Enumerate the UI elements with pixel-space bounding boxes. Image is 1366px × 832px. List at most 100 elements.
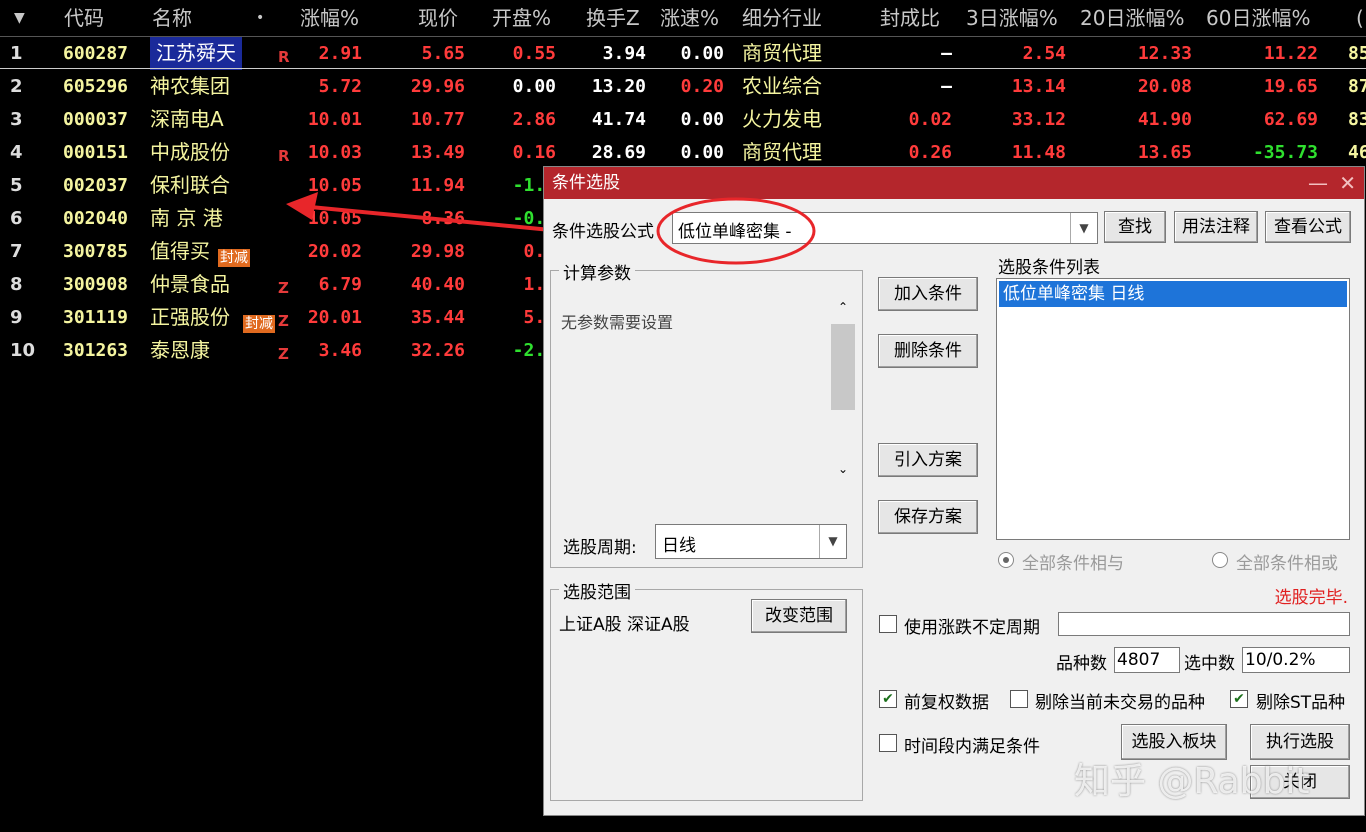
cell-name: 保利联合 (150, 173, 230, 197)
cell-price: 11.94 (410, 175, 465, 196)
condition-item[interactable]: 低位单峰密集 日线 (999, 281, 1347, 307)
cell-open: 0.16 (512, 142, 556, 163)
forward-adjust-label: 前复权数据 (904, 693, 989, 713)
cell-turnover: 41.74 (591, 109, 646, 130)
cell-industry: 农业综合 (742, 74, 822, 98)
find-button[interactable]: 查找 (1104, 211, 1166, 243)
seal-reduce-badge: 封减 (218, 249, 250, 267)
cell-speed: 0.00 (680, 109, 724, 130)
period-select[interactable]: 日线 ▼ (655, 524, 847, 559)
exclude-st-checkbox[interactable]: ✔ (1230, 690, 1248, 708)
cell-turnover: 28.69 (591, 142, 646, 163)
col-turnover[interactable]: 换手Z (586, 0, 640, 36)
sort-icon[interactable]: ▼ (14, 0, 25, 36)
scroll-down-icon[interactable]: ⌄ (838, 462, 848, 476)
change-scope-button[interactable]: 改变范围 (751, 599, 847, 633)
cell-price: 32.26 (410, 340, 465, 361)
col-seal[interactable]: 封成比 (880, 0, 940, 36)
cell-price: 5.65 (421, 43, 465, 64)
cell-industry: 商贸代理 (742, 140, 822, 164)
cell-change: 10.03 (307, 142, 362, 163)
all-and-radio[interactable] (998, 552, 1014, 568)
cell-idx: 9 (10, 307, 23, 328)
cell-d3: 2.54 (1022, 43, 1066, 64)
scroll-thumb[interactable] (831, 324, 855, 410)
minimize-icon[interactable]: — (1308, 167, 1328, 199)
delete-condition-button[interactable]: 删除条件 (878, 334, 978, 368)
cell-idx: 7 (10, 241, 23, 262)
table-row[interactable]: 1 600287 江苏舜天 2.91 5.65 0.55 3.94 0.00 商贸代理 – 2.54… (0, 37, 1366, 70)
table-row[interactable]: 4 000151 中成股份 10.03 13.49 0.16 28.69 0.00 商贸代理 0.… (0, 136, 1366, 169)
save-plan-button[interactable]: 保存方案 (878, 500, 978, 534)
cell-d20: 13.65 (1137, 142, 1192, 163)
cell-turnover: 13.20 (591, 76, 646, 97)
exclude-untraded-checkbox[interactable] (1010, 690, 1028, 708)
cell-code: 002040 (63, 208, 129, 229)
params-scrollbar[interactable]: ⌃ ⌄ (831, 296, 855, 486)
cell-speed: 0.00 (680, 142, 724, 163)
cell-code: 600287 (63, 43, 129, 64)
cell-code: 300908 (63, 274, 129, 295)
cell-turnover: 3.94 (602, 43, 646, 64)
cell-price: 35.44 (410, 307, 465, 328)
variable-period-label: 使用涨跌不定周期 (904, 618, 1040, 638)
cell-code: 000151 (63, 142, 129, 163)
col-3d[interactable]: 3日涨幅% (966, 0, 1058, 36)
cell-name: 南 京 港 (150, 206, 223, 230)
chevron-down-icon[interactable]: ▼ (819, 525, 846, 558)
cell-idx: 3 (10, 109, 23, 130)
col-price[interactable]: 现价 (418, 0, 458, 36)
time-range-checkbox[interactable] (879, 734, 897, 752)
params-title: 计算参数 (559, 259, 635, 284)
cell-d60: 62.69 (1263, 109, 1318, 130)
col-open[interactable]: 开盘% (492, 0, 551, 36)
table-row[interactable]: 3 000037 深南电A 10.01 10.77 2.86 41.74 0.00 火力发电 0.… (0, 103, 1366, 136)
condition-select-dialog: 条件选股 — ✕ 条件选股公式 低位单峰密集 - ▼ 查找 用法注释 查看公式 … (543, 166, 1365, 816)
selected-label: 选中数 (1184, 654, 1235, 674)
cell-open: 2.86 (512, 109, 556, 130)
chevron-down-icon[interactable]: ▼ (1070, 213, 1097, 243)
usage-notes-button[interactable]: 用法注释 (1174, 211, 1258, 243)
col-industry[interactable]: 细分行业 (742, 0, 822, 36)
table-row[interactable]: 2 605296 神农集团 5.72 29.96 0.00 13.20 0.20 农业综合 – 13… (0, 70, 1366, 103)
cell-seal: 0.02 (908, 109, 952, 130)
col-code[interactable]: 代码 (64, 0, 104, 36)
col-60d[interactable]: 60日涨幅% (1206, 0, 1310, 36)
variable-period-checkbox[interactable] (879, 615, 897, 633)
cell-code: 002037 (63, 175, 129, 196)
col-change[interactable]: 涨幅% (300, 0, 359, 36)
variable-period-input[interactable] (1058, 612, 1350, 636)
period-value: 日线 (662, 536, 696, 556)
view-formula-button[interactable]: 查看公式 (1265, 211, 1351, 243)
cell-name: 江苏舜天 (150, 37, 242, 70)
cell-extra: 85 (1348, 43, 1366, 64)
conditions-list[interactable]: 低位单峰密集 日线 (996, 278, 1350, 540)
cell-d20: 20.08 (1137, 76, 1192, 97)
col-speed[interactable]: 涨速% (660, 0, 719, 36)
cell-change: 10.05 (307, 175, 362, 196)
col-name[interactable]: 名称 (152, 0, 192, 36)
row-selection-line (0, 68, 1366, 69)
conditions-title: 选股条件列表 (998, 258, 1100, 278)
variety-label: 品种数 (1056, 654, 1107, 674)
close-icon[interactable]: ✕ (1339, 167, 1356, 199)
formula-value: 低位单峰密集 - (678, 222, 792, 242)
import-plan-button[interactable]: 引入方案 (878, 443, 978, 477)
cell-code: 000037 (63, 109, 129, 130)
all-or-radio[interactable] (1212, 552, 1228, 568)
add-condition-button[interactable]: 加入条件 (878, 277, 978, 311)
time-range-label: 时间段内满足条件 (904, 737, 1040, 757)
dialog-titlebar[interactable]: 条件选股 — ✕ (544, 167, 1364, 199)
exclude-untraded-label: 剔除当前未交易的品种 (1035, 693, 1205, 713)
cell-d60: 11.22 (1263, 43, 1318, 64)
col-20d[interactable]: 20日涨幅% (1080, 0, 1184, 36)
formula-select[interactable]: 低位单峰密集 - ▼ (672, 212, 1098, 244)
cell-name: 中成股份 (150, 140, 230, 164)
cell-extra: 460 (1348, 142, 1366, 163)
forward-adjust-checkbox[interactable]: ✔ (879, 690, 897, 708)
cell-idx: 1 (10, 43, 23, 64)
cell-change: 5.72 (318, 76, 362, 97)
params-group: 计算参数 无参数需要设置 ⌃ ⌄ 选股周期: 日线 ▼ (550, 259, 863, 568)
scroll-up-icon[interactable]: ⌃ (838, 300, 848, 314)
cell-code: 605296 (63, 76, 129, 97)
